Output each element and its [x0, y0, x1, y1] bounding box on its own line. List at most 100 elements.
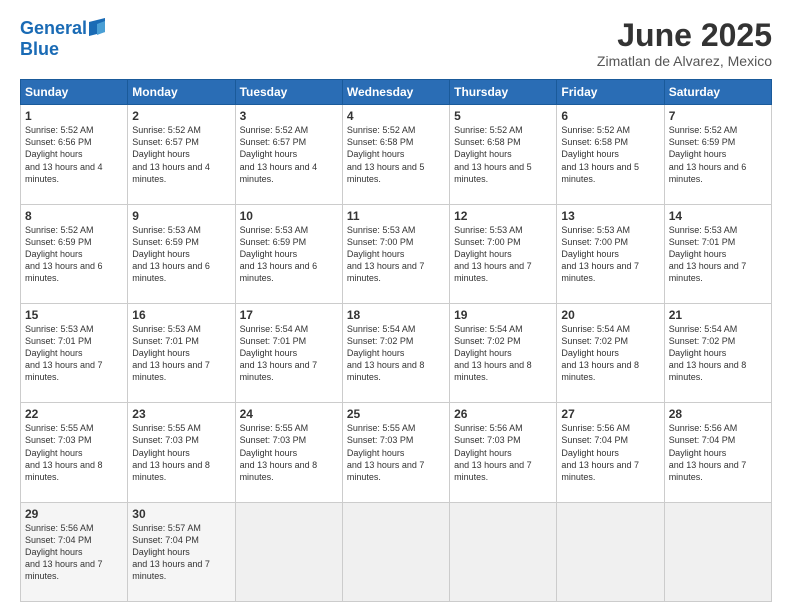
- day-info: Sunrise: 5:54 AMSunset: 7:02 PMDaylight …: [669, 323, 767, 384]
- day-number: 24: [240, 407, 338, 421]
- day-number: 29: [25, 507, 123, 521]
- calendar-table: SundayMondayTuesdayWednesdayThursdayFrid…: [20, 79, 772, 602]
- day-number: 25: [347, 407, 445, 421]
- day-info: Sunrise: 5:52 AMSunset: 6:59 PMDaylight …: [669, 124, 767, 185]
- day-number: 9: [132, 209, 230, 223]
- calendar-cell: 11Sunrise: 5:53 AMSunset: 7:00 PMDayligh…: [342, 204, 449, 303]
- day-number: 6: [561, 109, 659, 123]
- day-number: 26: [454, 407, 552, 421]
- day-info: Sunrise: 5:52 AMSunset: 6:59 PMDaylight …: [25, 224, 123, 285]
- calendar-cell: 19Sunrise: 5:54 AMSunset: 7:02 PMDayligh…: [450, 303, 557, 402]
- day-info: Sunrise: 5:55 AMSunset: 7:03 PMDaylight …: [240, 422, 338, 483]
- location: Zimatlan de Alvarez, Mexico: [597, 53, 772, 69]
- col-header-friday: Friday: [557, 80, 664, 105]
- day-info: Sunrise: 5:55 AMSunset: 7:03 PMDaylight …: [25, 422, 123, 483]
- calendar-cell: 25Sunrise: 5:55 AMSunset: 7:03 PMDayligh…: [342, 403, 449, 502]
- calendar-cell: 22Sunrise: 5:55 AMSunset: 7:03 PMDayligh…: [21, 403, 128, 502]
- day-number: 15: [25, 308, 123, 322]
- week-row-3: 15Sunrise: 5:53 AMSunset: 7:01 PMDayligh…: [21, 303, 772, 402]
- day-info: Sunrise: 5:53 AMSunset: 7:01 PMDaylight …: [25, 323, 123, 384]
- day-info: Sunrise: 5:55 AMSunset: 7:03 PMDaylight …: [132, 422, 230, 483]
- day-info: Sunrise: 5:55 AMSunset: 7:03 PMDaylight …: [347, 422, 445, 483]
- header: General Blue June 2025 Zimatlan de Alvar…: [20, 18, 772, 69]
- day-info: Sunrise: 5:52 AMSunset: 6:58 PMDaylight …: [454, 124, 552, 185]
- day-info: Sunrise: 5:52 AMSunset: 6:58 PMDaylight …: [347, 124, 445, 185]
- day-number: 30: [132, 507, 230, 521]
- day-number: 5: [454, 109, 552, 123]
- calendar-cell: [450, 502, 557, 601]
- calendar-cell: 10Sunrise: 5:53 AMSunset: 6:59 PMDayligh…: [235, 204, 342, 303]
- day-info: Sunrise: 5:53 AMSunset: 7:01 PMDaylight …: [669, 224, 767, 285]
- day-info: Sunrise: 5:56 AMSunset: 7:04 PMDaylight …: [561, 422, 659, 483]
- calendar-cell: 13Sunrise: 5:53 AMSunset: 7:00 PMDayligh…: [557, 204, 664, 303]
- calendar-cell: 21Sunrise: 5:54 AMSunset: 7:02 PMDayligh…: [664, 303, 771, 402]
- day-number: 1: [25, 109, 123, 123]
- calendar-cell: 30Sunrise: 5:57 AMSunset: 7:04 PMDayligh…: [128, 502, 235, 601]
- logo: General Blue: [20, 18, 105, 60]
- calendar-cell: 14Sunrise: 5:53 AMSunset: 7:01 PMDayligh…: [664, 204, 771, 303]
- calendar-cell: 28Sunrise: 5:56 AMSunset: 7:04 PMDayligh…: [664, 403, 771, 502]
- day-info: Sunrise: 5:53 AMSunset: 6:59 PMDaylight …: [240, 224, 338, 285]
- day-number: 3: [240, 109, 338, 123]
- logo-text2: Blue: [20, 40, 105, 60]
- calendar-cell: [235, 502, 342, 601]
- calendar-cell: 26Sunrise: 5:56 AMSunset: 7:03 PMDayligh…: [450, 403, 557, 502]
- day-number: 28: [669, 407, 767, 421]
- day-number: 4: [347, 109, 445, 123]
- day-info: Sunrise: 5:53 AMSunset: 7:00 PMDaylight …: [347, 224, 445, 285]
- day-info: Sunrise: 5:52 AMSunset: 6:58 PMDaylight …: [561, 124, 659, 185]
- day-info: Sunrise: 5:52 AMSunset: 6:56 PMDaylight …: [25, 124, 123, 185]
- day-info: Sunrise: 5:54 AMSunset: 7:02 PMDaylight …: [561, 323, 659, 384]
- calendar-body: 1Sunrise: 5:52 AMSunset: 6:56 PMDaylight…: [21, 105, 772, 602]
- day-info: Sunrise: 5:56 AMSunset: 7:04 PMDaylight …: [25, 522, 123, 583]
- day-info: Sunrise: 5:52 AMSunset: 6:57 PMDaylight …: [240, 124, 338, 185]
- calendar-cell: 17Sunrise: 5:54 AMSunset: 7:01 PMDayligh…: [235, 303, 342, 402]
- title-block: June 2025 Zimatlan de Alvarez, Mexico: [597, 18, 772, 69]
- week-row-4: 22Sunrise: 5:55 AMSunset: 7:03 PMDayligh…: [21, 403, 772, 502]
- day-number: 18: [347, 308, 445, 322]
- week-row-2: 8Sunrise: 5:52 AMSunset: 6:59 PMDaylight…: [21, 204, 772, 303]
- calendar-cell: 20Sunrise: 5:54 AMSunset: 7:02 PMDayligh…: [557, 303, 664, 402]
- day-info: Sunrise: 5:54 AMSunset: 7:01 PMDaylight …: [240, 323, 338, 384]
- calendar-cell: 5Sunrise: 5:52 AMSunset: 6:58 PMDaylight…: [450, 105, 557, 204]
- day-number: 22: [25, 407, 123, 421]
- calendar-cell: 2Sunrise: 5:52 AMSunset: 6:57 PMDaylight…: [128, 105, 235, 204]
- month-title: June 2025: [597, 18, 772, 53]
- day-number: 16: [132, 308, 230, 322]
- day-number: 19: [454, 308, 552, 322]
- calendar-cell: 8Sunrise: 5:52 AMSunset: 6:59 PMDaylight…: [21, 204, 128, 303]
- calendar-cell: 6Sunrise: 5:52 AMSunset: 6:58 PMDaylight…: [557, 105, 664, 204]
- calendar-cell: 18Sunrise: 5:54 AMSunset: 7:02 PMDayligh…: [342, 303, 449, 402]
- calendar-cell: [664, 502, 771, 601]
- day-number: 20: [561, 308, 659, 322]
- day-number: 7: [669, 109, 767, 123]
- day-number: 23: [132, 407, 230, 421]
- day-number: 11: [347, 209, 445, 223]
- calendar-cell: 23Sunrise: 5:55 AMSunset: 7:03 PMDayligh…: [128, 403, 235, 502]
- calendar-cell: 24Sunrise: 5:55 AMSunset: 7:03 PMDayligh…: [235, 403, 342, 502]
- calendar-cell: 29Sunrise: 5:56 AMSunset: 7:04 PMDayligh…: [21, 502, 128, 601]
- day-info: Sunrise: 5:53 AMSunset: 7:00 PMDaylight …: [561, 224, 659, 285]
- calendar-cell: 7Sunrise: 5:52 AMSunset: 6:59 PMDaylight…: [664, 105, 771, 204]
- col-header-tuesday: Tuesday: [235, 80, 342, 105]
- calendar-cell: [342, 502, 449, 601]
- calendar-cell: 1Sunrise: 5:52 AMSunset: 6:56 PMDaylight…: [21, 105, 128, 204]
- day-number: 27: [561, 407, 659, 421]
- day-info: Sunrise: 5:56 AMSunset: 7:04 PMDaylight …: [669, 422, 767, 483]
- logo-text: General: [20, 19, 87, 39]
- day-info: Sunrise: 5:52 AMSunset: 6:57 PMDaylight …: [132, 124, 230, 185]
- col-header-wednesday: Wednesday: [342, 80, 449, 105]
- day-number: 10: [240, 209, 338, 223]
- calendar-cell: 15Sunrise: 5:53 AMSunset: 7:01 PMDayligh…: [21, 303, 128, 402]
- day-info: Sunrise: 5:53 AMSunset: 7:01 PMDaylight …: [132, 323, 230, 384]
- day-number: 12: [454, 209, 552, 223]
- day-info: Sunrise: 5:53 AMSunset: 6:59 PMDaylight …: [132, 224, 230, 285]
- calendar-header-row: SundayMondayTuesdayWednesdayThursdayFrid…: [21, 80, 772, 105]
- day-info: Sunrise: 5:53 AMSunset: 7:00 PMDaylight …: [454, 224, 552, 285]
- day-info: Sunrise: 5:54 AMSunset: 7:02 PMDaylight …: [454, 323, 552, 384]
- day-number: 2: [132, 109, 230, 123]
- col-header-sunday: Sunday: [21, 80, 128, 105]
- calendar-cell: 9Sunrise: 5:53 AMSunset: 6:59 PMDaylight…: [128, 204, 235, 303]
- day-number: 8: [25, 209, 123, 223]
- page: General Blue June 2025 Zimatlan de Alvar…: [0, 0, 792, 612]
